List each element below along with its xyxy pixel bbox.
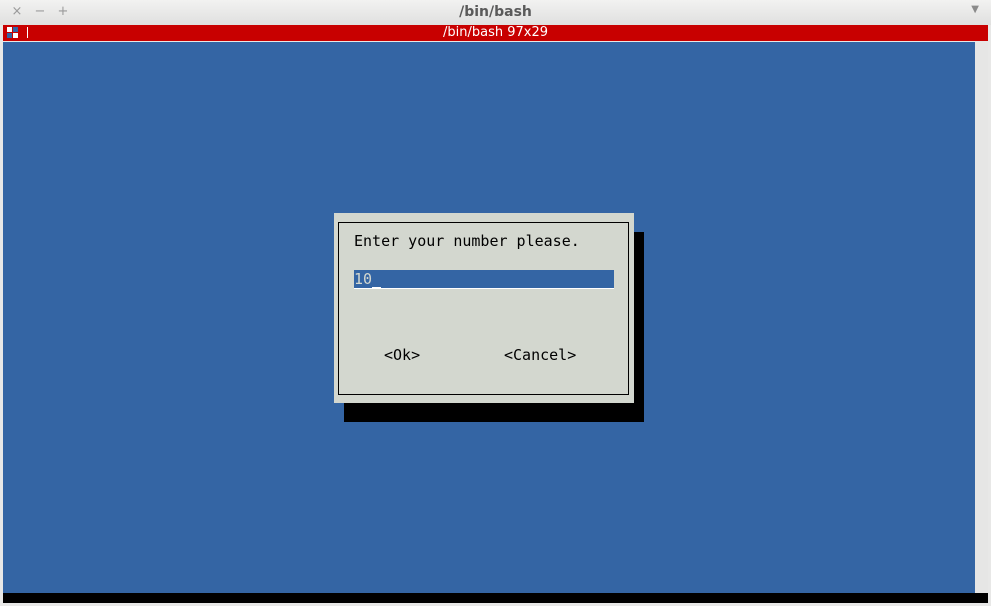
cancel-button[interactable]: <Cancel>: [504, 346, 576, 364]
chevron-down-icon[interactable]: ▼: [971, 4, 979, 15]
scrollbar[interactable]: [975, 42, 988, 593]
tab-title: /bin/bash 97x29: [442, 25, 548, 40]
window-titlebar[interactable]: × − + /bin/bash ▼: [0, 0, 991, 25]
number-input-value: 10: [354, 270, 373, 288]
input-dialog: Enter your number please. 10 <Ok> <Cance…: [334, 213, 634, 403]
number-input[interactable]: 10: [354, 270, 614, 289]
window-title: /bin/bash: [459, 4, 532, 20]
text-cursor: [372, 287, 382, 288]
ok-button[interactable]: <Ok>: [384, 346, 420, 364]
terminal-tab-bar[interactable]: /bin/bash 97x29: [3, 25, 988, 41]
dialog-prompt: Enter your number please.: [354, 232, 580, 250]
terminal-bottom-edge: [3, 593, 988, 603]
terminal-window: × − + /bin/bash ▼ /bin/bash 97x29 Enter …: [0, 0, 991, 606]
